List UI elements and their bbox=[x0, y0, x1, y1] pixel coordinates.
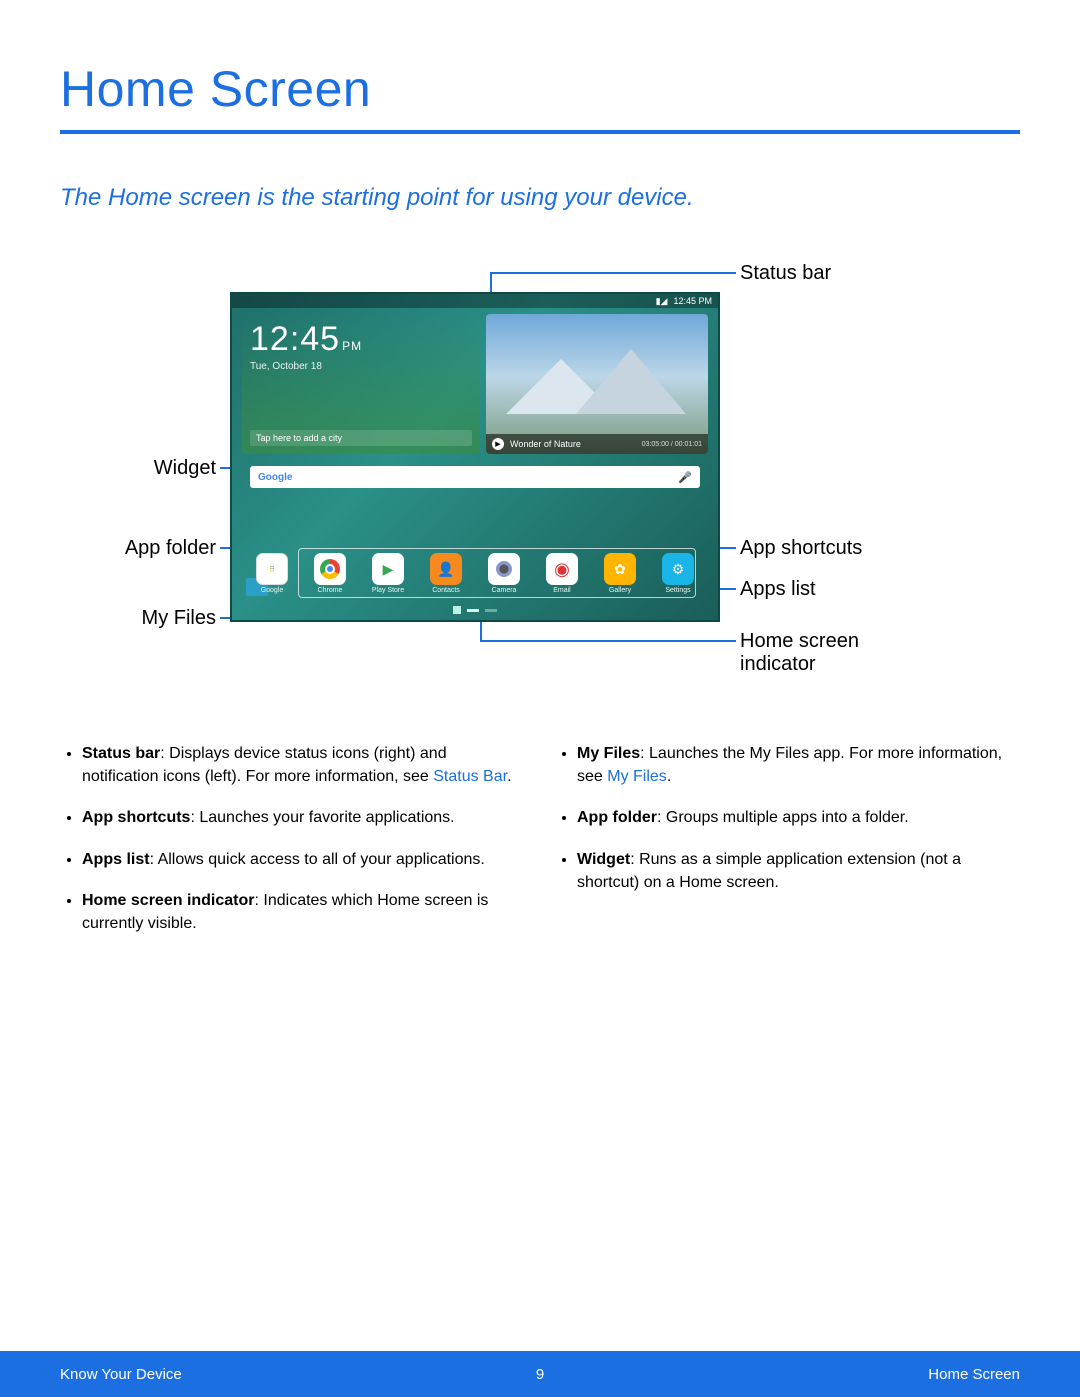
callout-my-files: My Files bbox=[142, 607, 216, 630]
bullet-my-files: My Files: Launches the My Files app. For… bbox=[577, 742, 1020, 788]
description-columns: Status bar: Displays device status icons… bbox=[60, 742, 1020, 953]
home-screen-diagram: Status bar App shortcuts Apps list Home … bbox=[60, 262, 1020, 702]
dock-google: ⠿ Google bbox=[253, 553, 291, 594]
dock-playstore: ▶ Play Store bbox=[369, 553, 407, 594]
dock-label: Camera bbox=[485, 587, 523, 594]
play-store-icon: ▶ bbox=[372, 553, 404, 585]
title-rule bbox=[60, 130, 1020, 134]
callout-widget: Widget bbox=[154, 457, 216, 480]
clock-date: Tue, October 18 bbox=[250, 361, 472, 372]
email-icon: ◉ bbox=[546, 553, 578, 585]
dock-email: ◉ Email bbox=[543, 553, 581, 594]
signal-icon: ▮◢ bbox=[656, 296, 668, 307]
column-right: My Files: Launches the My Files app. For… bbox=[555, 742, 1020, 953]
status-bar: ▮◢ 12:45 PM bbox=[232, 294, 718, 308]
bullet-widget: Widget: Runs as a simple application ext… bbox=[577, 848, 1020, 894]
dock-gallery: ✿ Gallery bbox=[601, 553, 639, 594]
dock-label: Chrome bbox=[311, 587, 349, 594]
footer-section: Know Your Device bbox=[60, 1366, 182, 1383]
page-subtitle: The Home screen is the starting point fo… bbox=[60, 184, 1020, 212]
dock-label: Settings bbox=[659, 587, 697, 594]
bullet-app-shortcuts: App shortcuts: Launches your favorite ap… bbox=[82, 806, 525, 829]
dock-settings: ⚙ Settings bbox=[659, 553, 697, 594]
clock-tap-hint: Tap here to add a city bbox=[250, 430, 472, 446]
callout-home-indicator: Home screen indicator bbox=[740, 630, 900, 676]
bullet-home-indicator: Home screen indicator: Indicates which H… bbox=[82, 889, 525, 935]
callout-status-bar: Status bar bbox=[740, 262, 831, 285]
bullet-apps-list: Apps list: Allows quick access to all of… bbox=[82, 848, 525, 871]
dock-camera: Camera bbox=[485, 553, 523, 594]
page-footer: Know Your Device 9 Home Screen bbox=[0, 1351, 1080, 1397]
google-folder-icon: ⠿ bbox=[256, 553, 288, 585]
nature-widget: ▶ Wonder of Nature 03:05:00 / 00:01:01 bbox=[486, 314, 708, 454]
nature-title: Wonder of Nature bbox=[510, 439, 581, 449]
dock-label: Play Store bbox=[369, 587, 407, 594]
dock-chrome: Chrome bbox=[311, 553, 349, 594]
contacts-icon: 👤 bbox=[430, 553, 462, 585]
footer-page-number: 9 bbox=[536, 1366, 544, 1383]
chrome-icon bbox=[314, 553, 346, 585]
nature-time: 03:05:00 / 00:01:01 bbox=[642, 441, 702, 448]
footer-topic: Home Screen bbox=[928, 1366, 1020, 1383]
dock-label: Email bbox=[543, 587, 581, 594]
page-title: Home Screen bbox=[60, 60, 1020, 118]
dock-label: Google bbox=[253, 587, 291, 594]
search-placeholder: Google bbox=[258, 472, 292, 483]
link-status-bar[interactable]: Status Bar bbox=[433, 768, 507, 785]
settings-icon: ⚙ bbox=[662, 553, 694, 585]
clock-time-value: 12:45 bbox=[250, 320, 340, 358]
gallery-icon: ✿ bbox=[604, 553, 636, 585]
clock-ampm: PM bbox=[342, 339, 362, 353]
tablet-homescreen: ▮◢ 12:45 PM 12:45PM Tue, October 18 Tap … bbox=[230, 292, 720, 622]
bullet-status-bar: Status bar: Displays device status icons… bbox=[82, 742, 525, 788]
home-screen-indicator bbox=[453, 606, 497, 614]
bullet-app-folder: App folder: Groups multiple apps into a … bbox=[577, 806, 1020, 829]
dock-label: Gallery bbox=[601, 587, 639, 594]
status-time: 12:45 PM bbox=[673, 296, 712, 306]
google-search-widget: Google 🎤 bbox=[250, 466, 700, 488]
callout-app-shortcuts: App shortcuts bbox=[740, 537, 862, 560]
camera-icon bbox=[488, 553, 520, 585]
callout-app-folder: App folder bbox=[125, 537, 216, 560]
column-left: Status bar: Displays device status icons… bbox=[60, 742, 525, 953]
mic-icon: 🎤 bbox=[678, 471, 692, 484]
link-my-files[interactable]: My Files bbox=[607, 768, 667, 785]
dock-contacts: 👤 Contacts bbox=[427, 553, 465, 594]
play-icon: ▶ bbox=[492, 438, 504, 450]
app-dock: ⠿ Google Chrome ▶ Play Store 👤 Contacts bbox=[242, 553, 708, 594]
dock-label: Contacts bbox=[427, 587, 465, 594]
callout-apps-list: Apps list bbox=[740, 578, 816, 601]
clock-widget: 12:45PM Tue, October 18 Tap here to add … bbox=[242, 314, 480, 454]
